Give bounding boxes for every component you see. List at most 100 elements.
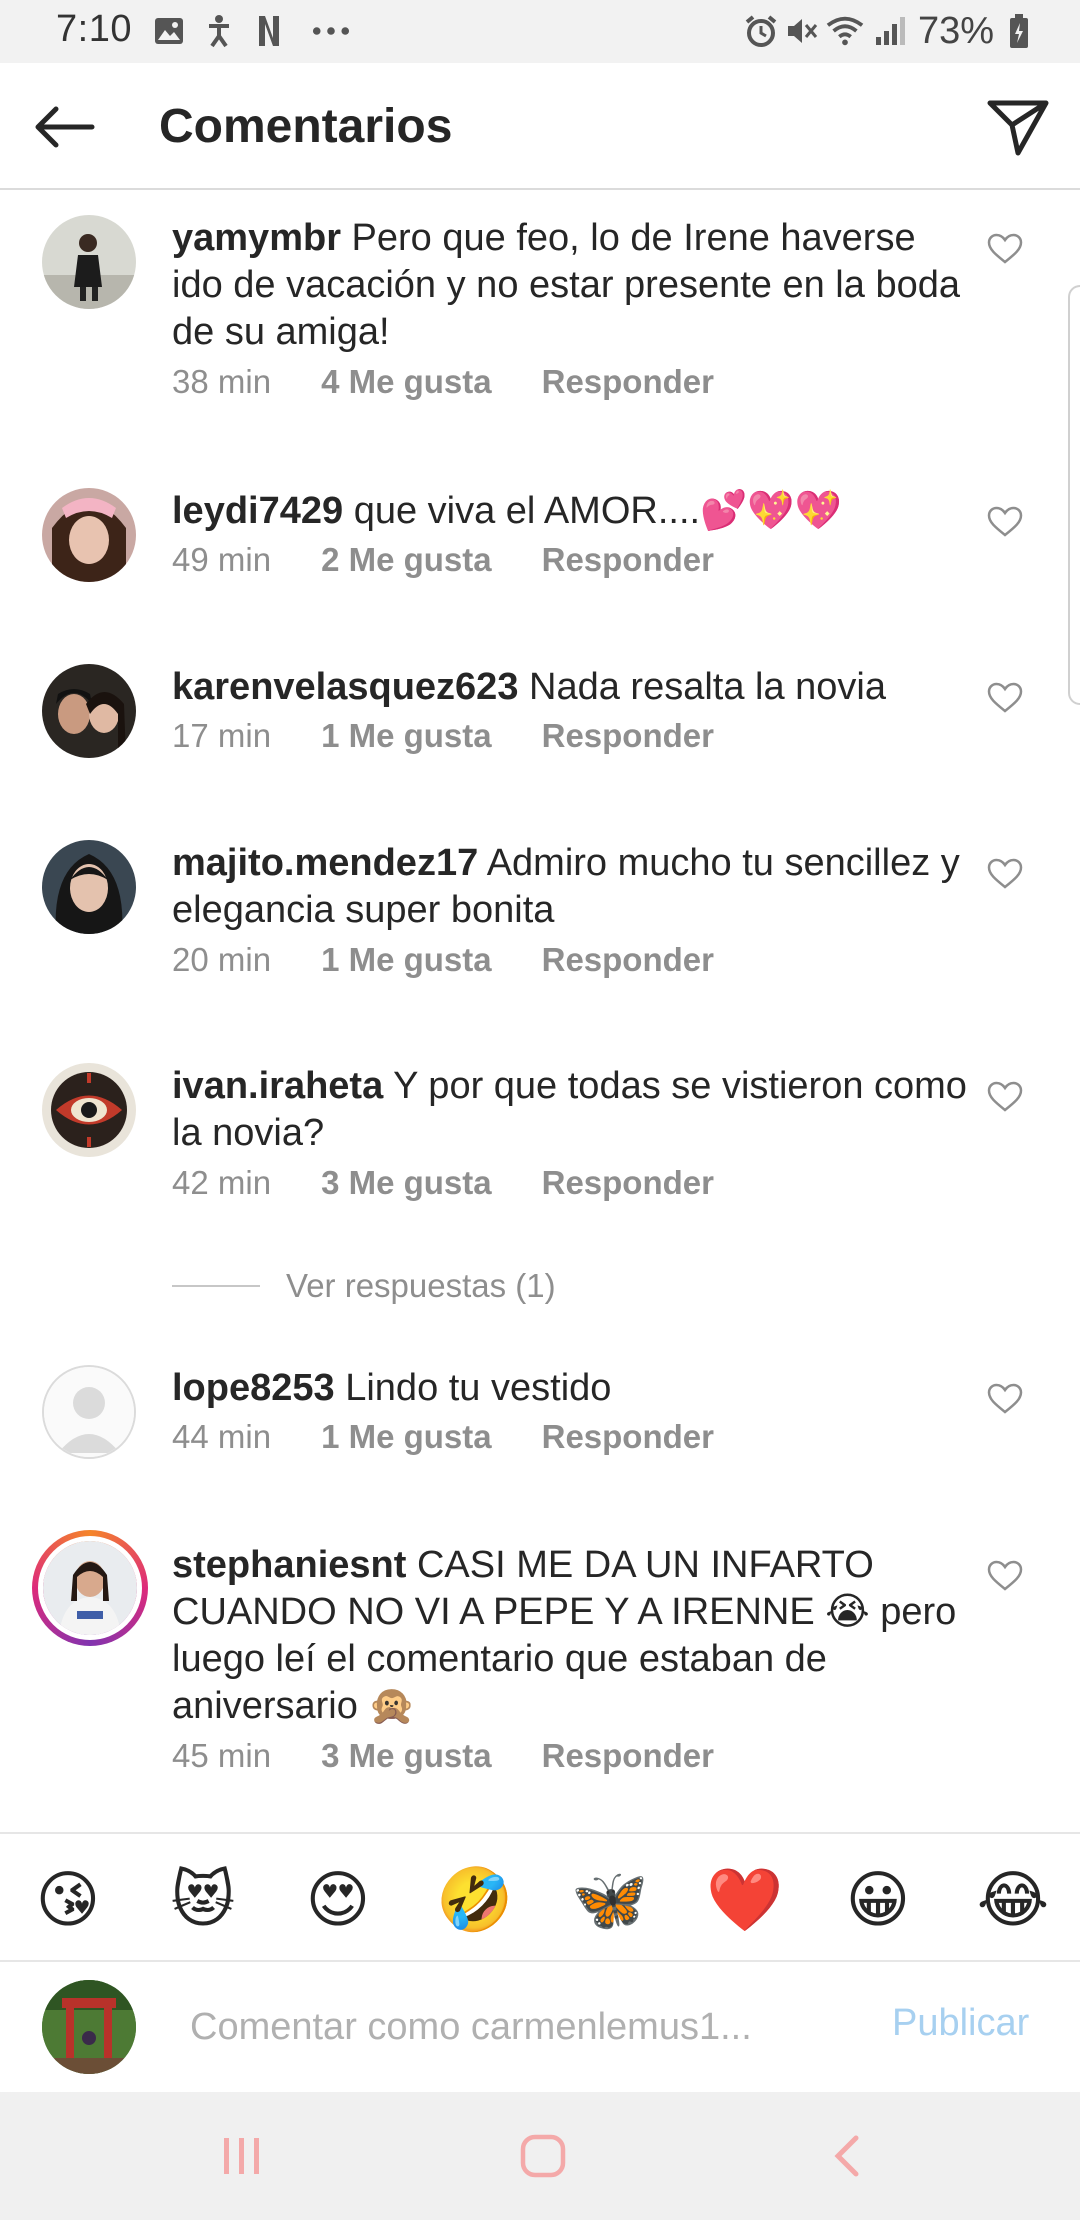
battery-percentage: 73%	[918, 10, 995, 52]
comment-likes-count[interactable]: 3 Me gusta	[321, 1737, 492, 1775]
comment-username[interactable]: ivan.iraheta	[172, 1065, 383, 1107]
quick-emoji-bar: 😘 😻 😍 🤣 🦋 ❤️ 😀 😂	[0, 1832, 1080, 1962]
comment-meta: 44 min 1 Me gusta Responder	[172, 1418, 714, 1456]
view-replies-button[interactable]: Ver respuestas (1)	[172, 1266, 556, 1306]
comment-likes-count[interactable]: 1 Me gusta	[321, 1418, 492, 1456]
comment-composer: Publicar	[0, 1962, 1080, 2092]
comment-input[interactable]	[190, 1992, 830, 2062]
comment-time: 17 min	[172, 717, 272, 754]
comment-time: 42 min	[172, 1164, 272, 1201]
accessibility-icon	[200, 10, 238, 52]
battery-icon	[1000, 10, 1038, 52]
chevron-left-icon	[834, 2135, 859, 2177]
reply-button[interactable]: Responder	[542, 1418, 714, 1456]
mute-icon	[782, 10, 820, 52]
netflix-icon	[250, 10, 288, 52]
back-nav-button[interactable]	[806, 2122, 886, 2190]
emoji-grin-button[interactable]: 😀	[841, 1864, 915, 1938]
signal-icon	[872, 10, 910, 52]
like-button[interactable]	[985, 1379, 1025, 1419]
emoji-red-heart-button[interactable]: ❤️	[706, 1864, 783, 1938]
comment-likes-count[interactable]: 2 Me gusta	[321, 541, 492, 579]
view-replies-label: Ver respuestas (1)	[286, 1267, 556, 1304]
emoji-cat-heart-eyes-button[interactable]: 😻	[166, 1864, 240, 1938]
heart-outline-icon	[987, 233, 1023, 264]
comment-meta: 20 min 1 Me gusta Responder	[172, 941, 714, 979]
reply-button[interactable]: Responder	[542, 1164, 714, 1202]
comment-username[interactable]: lope8253	[172, 1367, 335, 1409]
heart-outline-icon	[987, 1081, 1023, 1112]
avatar[interactable]	[42, 664, 136, 758]
system-navigation-bar	[0, 2092, 1080, 2220]
recent-apps-icon	[224, 2138, 259, 2174]
comment-meta: 17 min 1 Me gusta Responder	[172, 717, 714, 755]
comment-time: 20 min	[172, 941, 272, 978]
reply-button[interactable]: Responder	[542, 941, 714, 979]
comment-time: 38 min	[172, 363, 272, 400]
home-icon	[520, 2134, 566, 2178]
back-button[interactable]	[28, 91, 100, 163]
comment-username[interactable]: karenvelasquez623	[172, 666, 518, 708]
comment-likes-count[interactable]: 4 Me gusta	[321, 363, 492, 401]
reply-button[interactable]: Responder	[542, 1737, 714, 1775]
like-button[interactable]	[985, 678, 1025, 718]
avatar[interactable]	[42, 215, 136, 309]
like-button[interactable]	[985, 854, 1025, 894]
app-header: Comentarios	[0, 63, 1080, 190]
emoji-joy-button[interactable]: 😂	[976, 1864, 1050, 1938]
comment-username[interactable]: leydi7429	[172, 490, 343, 532]
reply-button[interactable]: Responder	[542, 717, 714, 755]
comment-likes-count[interactable]: 3 Me gusta	[321, 1164, 492, 1202]
comment-username[interactable]: stephaniesnt	[172, 1544, 406, 1586]
like-button[interactable]	[985, 502, 1025, 542]
reply-button[interactable]: Responder	[542, 541, 714, 579]
comment-time: 44 min	[172, 1418, 272, 1455]
comment-time: 45 min	[172, 1737, 272, 1774]
comment-text: que viva el AMOR....💕💖💖	[353, 490, 843, 532]
like-button[interactable]	[985, 229, 1025, 269]
current-user-avatar	[42, 1980, 136, 2074]
comment-username[interactable]: yamymbr	[172, 217, 341, 259]
alarm-icon	[742, 10, 780, 52]
comment-time: 49 min	[172, 541, 272, 578]
paper-plane-icon	[987, 100, 1049, 156]
publish-button[interactable]: Publicar	[892, 2002, 1029, 2045]
more-notifications-icon	[312, 10, 350, 52]
reply-button[interactable]: Responder	[542, 363, 714, 401]
emoji-butterfly-button[interactable]: 🦋	[571, 1864, 648, 1938]
share-button[interactable]	[980, 89, 1056, 165]
heart-outline-icon	[987, 682, 1023, 713]
like-button[interactable]	[985, 1556, 1025, 1596]
comment-text: Nada resalta la novia	[529, 666, 887, 708]
wifi-icon	[826, 10, 864, 52]
comments-list[interactable]: yamymbr Pero que feo, lo de Irene havers…	[0, 190, 1080, 1830]
heart-outline-icon	[987, 506, 1023, 537]
avatar[interactable]	[42, 488, 136, 582]
comment-likes-count[interactable]: 1 Me gusta	[321, 941, 492, 979]
avatar[interactable]	[42, 840, 136, 934]
emoji-rofl-button[interactable]: 🤣	[436, 1864, 513, 1938]
status-time: 7:10	[56, 8, 132, 50]
heart-outline-icon	[987, 1383, 1023, 1414]
comment-username[interactable]: majito.mendez17	[172, 842, 478, 884]
page-title: Comentarios	[159, 100, 453, 153]
avatar-with-story-ring[interactable]	[32, 1530, 148, 1646]
comment-meta: 42 min 3 Me gusta Responder	[172, 1164, 714, 1202]
emoji-kiss-button[interactable]: 😘	[31, 1864, 105, 1938]
avatar[interactable]	[42, 1063, 136, 1157]
status-bar: 7:10 73%	[0, 0, 1080, 63]
heart-outline-icon	[987, 858, 1023, 889]
heart-outline-icon	[987, 1560, 1023, 1591]
comment-text: Lindo tu vestido	[345, 1367, 612, 1409]
emoji-heart-eyes-button[interactable]: 😍	[301, 1864, 375, 1938]
home-button[interactable]	[503, 2122, 583, 2190]
comment-meta: 45 min 3 Me gusta Responder	[172, 1737, 714, 1775]
comment-meta: 38 min 4 Me gusta Responder	[172, 363, 714, 401]
avatar[interactable]	[42, 1365, 136, 1459]
like-button[interactable]	[985, 1077, 1025, 1117]
comment-likes-count[interactable]: 1 Me gusta	[321, 717, 492, 755]
replies-divider	[172, 1285, 260, 1287]
arrow-left-icon	[35, 106, 95, 148]
recent-apps-button[interactable]	[202, 2122, 282, 2190]
scrollbar[interactable]	[1068, 285, 1080, 705]
